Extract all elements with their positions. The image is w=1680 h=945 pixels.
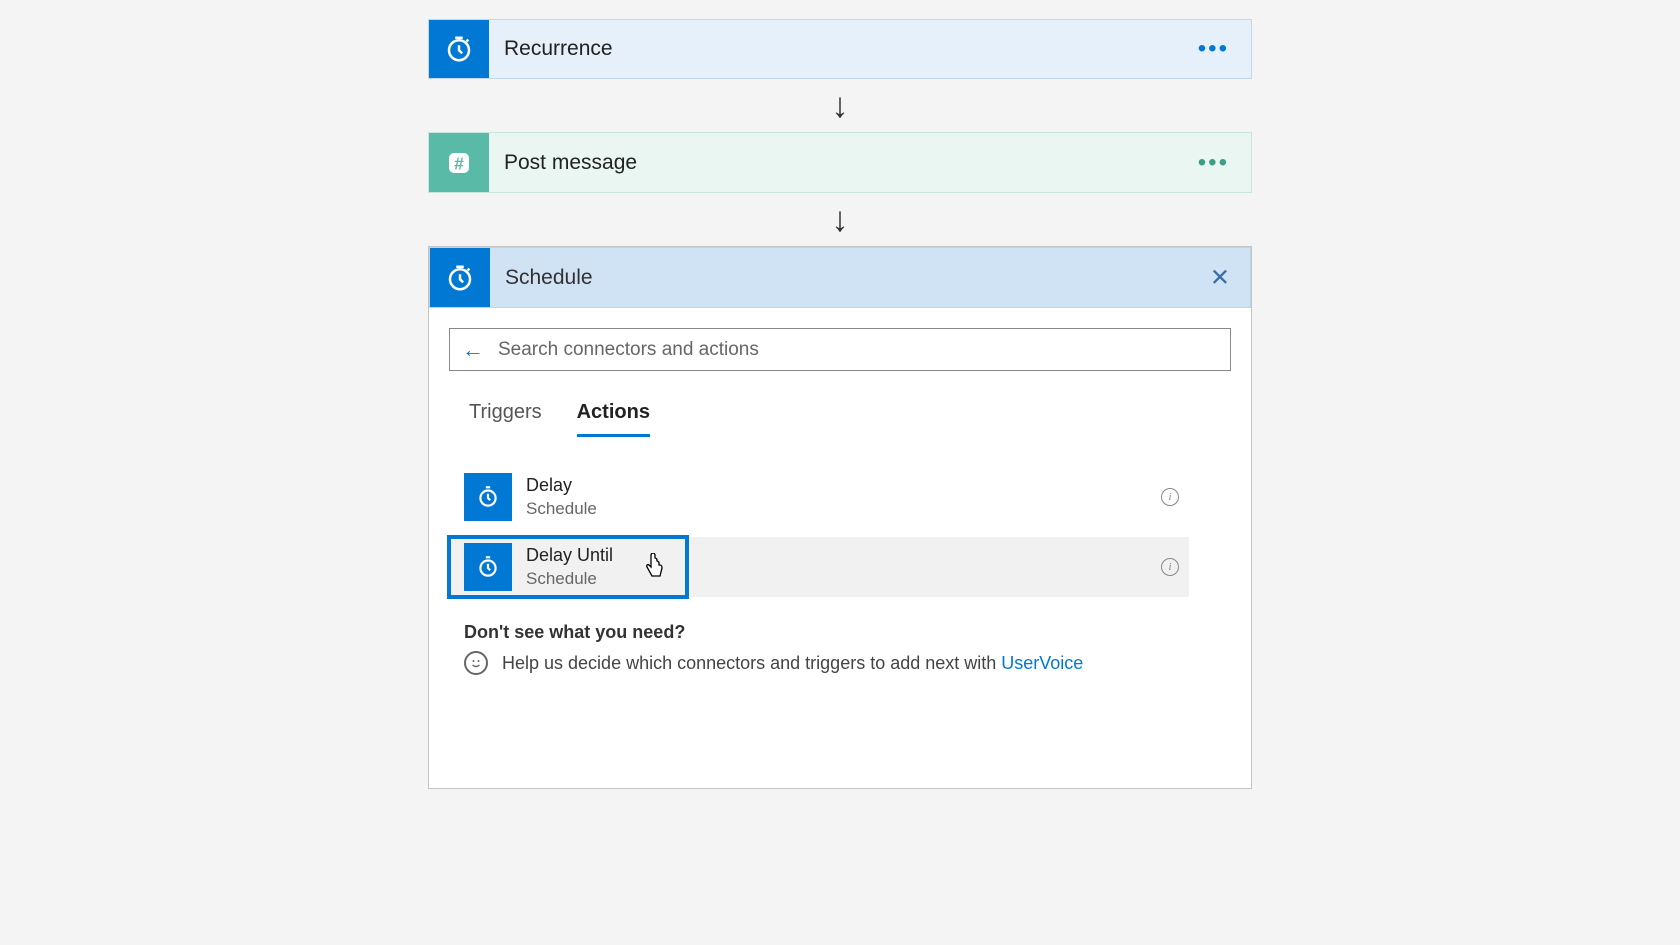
panel-title: Schedule	[505, 266, 593, 290]
smiley-icon	[464, 651, 488, 675]
clock-icon	[430, 248, 490, 307]
hash-icon: #	[429, 133, 489, 192]
result-delay[interactable]: Delay Schedule	[449, 467, 1189, 527]
result-delay-subtitle: Schedule	[526, 498, 597, 520]
clock-icon	[429, 20, 489, 78]
step-recurrence-title: Recurrence	[504, 37, 613, 61]
result-delay-until-subtitle: Schedule	[526, 568, 613, 590]
result-delay-until[interactable]: Delay Until Schedule i	[449, 537, 1189, 597]
help-section: Don't see what you need? Help us decide …	[449, 622, 1231, 675]
arrow-down-icon: ↓	[831, 79, 849, 132]
info-icon[interactable]: i	[1161, 488, 1179, 506]
ellipsis-icon[interactable]: •••	[1198, 149, 1229, 177]
search-box[interactable]: ←	[449, 328, 1231, 371]
uservoice-link[interactable]: UserVoice	[1001, 653, 1083, 673]
back-arrow-icon[interactable]: ←	[462, 337, 484, 363]
tabs: Triggers Actions	[449, 401, 1231, 437]
step-recurrence[interactable]: Recurrence •••	[428, 19, 1252, 79]
result-delay-until-title: Delay Until	[526, 544, 613, 567]
help-heading: Don't see what you need?	[464, 622, 1216, 643]
stopwatch-icon	[464, 543, 512, 591]
result-delay-title: Delay	[526, 474, 597, 497]
stopwatch-icon	[464, 473, 512, 521]
panel-header: Schedule ✕	[429, 247, 1251, 308]
ellipsis-icon[interactable]: •••	[1198, 35, 1229, 63]
info-icon[interactable]: i	[1161, 558, 1179, 576]
close-icon[interactable]: ✕	[1210, 263, 1230, 292]
results-list: Delay Schedule i	[449, 467, 1231, 597]
step-post-message-title: Post message	[504, 151, 637, 175]
step-post-message[interactable]: # Post message •••	[428, 132, 1252, 193]
tab-actions[interactable]: Actions	[577, 401, 650, 437]
svg-text:#: #	[454, 153, 464, 173]
schedule-panel: Schedule ✕ ← Triggers Actions	[428, 246, 1252, 789]
search-input[interactable]	[498, 339, 1218, 361]
tab-triggers[interactable]: Triggers	[469, 401, 542, 437]
help-text: Help us decide which connectors and trig…	[502, 653, 1083, 674]
arrow-down-icon: ↓	[831, 193, 849, 246]
